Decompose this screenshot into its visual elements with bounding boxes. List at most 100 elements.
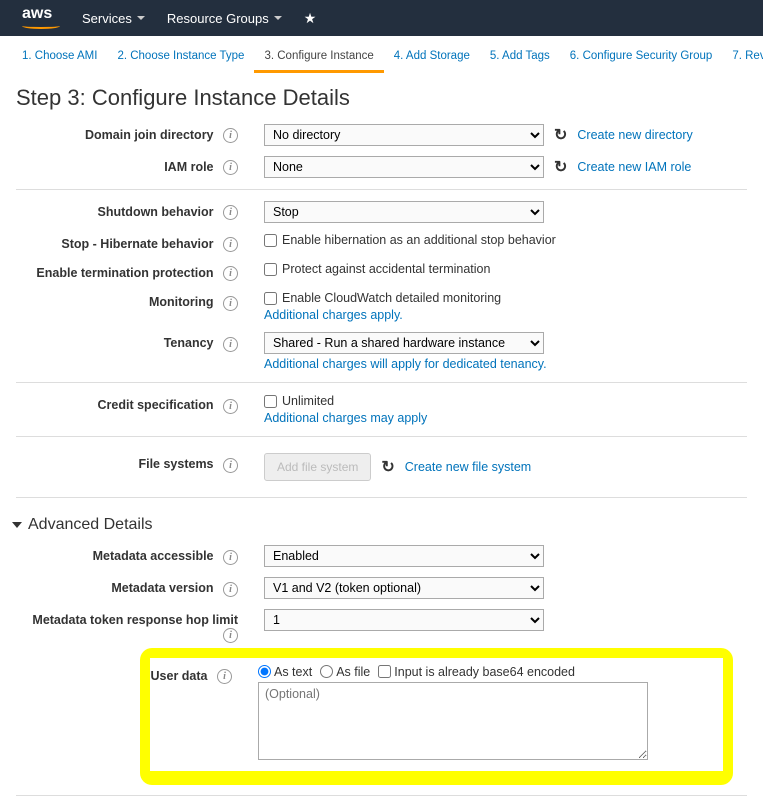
checkbox-base64-wrap[interactable]: Input is already base64 encoded (378, 665, 575, 679)
info-icon[interactable]: i (223, 128, 238, 143)
wizard-step-storage[interactable]: 4. Add Storage (384, 44, 480, 73)
row-filesystems: File systems i Add file system ↻ Create … (16, 443, 747, 491)
checkbox-termination-label: Protect against accidental termination (282, 262, 490, 276)
radio-as-text-label: As text (274, 665, 312, 679)
info-icon[interactable]: i (223, 399, 238, 414)
label-termination: Enable termination protection i (16, 262, 246, 281)
form-section-advanced: Metadata accessible i Enabled Metadata v… (0, 540, 763, 647)
label-user-data: User data i (150, 665, 240, 684)
checkbox-hibernate[interactable] (264, 234, 277, 247)
row-tenancy: Tenancy i Shared - Run a shared hardware… (16, 327, 747, 376)
link-create-directory[interactable]: Create new directory (577, 128, 692, 142)
label-metadata-version: Metadata version i (16, 577, 246, 596)
checkbox-credit[interactable] (264, 395, 277, 408)
refresh-icon[interactable]: ↻ (554, 157, 567, 177)
row-metadata-version: Metadata version i V1 and V2 (token opti… (16, 572, 747, 604)
checkbox-monitoring-label: Enable CloudWatch detailed monitoring (282, 291, 501, 305)
wizard-step-review[interactable]: 7. Review (722, 44, 763, 73)
triangle-down-icon (12, 522, 22, 528)
textarea-user-data[interactable] (258, 682, 648, 760)
label-domain-join: Domain join directory i (16, 124, 246, 143)
radio-as-text[interactable] (258, 665, 271, 678)
info-icon[interactable]: i (223, 550, 238, 565)
row-termination: Enable termination protection i Protect … (16, 257, 747, 286)
services-menu[interactable]: Services (82, 11, 145, 26)
divider (16, 497, 747, 498)
row-user-data: User data i As text As file Input is al (150, 660, 723, 765)
advanced-details-toggle[interactable]: Advanced Details (0, 504, 763, 540)
wizard-step-ami[interactable]: 1. Choose AMI (12, 44, 107, 73)
select-hop-limit[interactable]: 1 (264, 609, 544, 631)
aws-logo[interactable]: aws (22, 7, 60, 28)
link-monitoring-charges[interactable]: Additional charges apply. (264, 308, 747, 322)
row-hibernate: Stop - Hibernate behavior i Enable hiber… (16, 228, 747, 257)
top-nav: aws Services Resource Groups ★ (0, 0, 763, 36)
label-iam-role: IAM role i (16, 156, 246, 175)
label-monitoring: Monitoring i (16, 291, 246, 310)
row-shutdown: Shutdown behavior i Stop (16, 196, 747, 228)
link-create-iam-role[interactable]: Create new IAM role (577, 160, 691, 174)
link-tenancy-charges[interactable]: Additional charges will apply for dedica… (264, 357, 747, 371)
link-create-filesystem[interactable]: Create new file system (405, 460, 531, 474)
label-hibernate: Stop - Hibernate behavior i (16, 233, 246, 252)
divider (16, 382, 747, 383)
checkbox-base64[interactable] (378, 665, 391, 678)
info-icon[interactable]: i (223, 205, 238, 220)
checkbox-termination[interactable] (264, 263, 277, 276)
select-metadata-accessible[interactable]: Enabled (264, 545, 544, 567)
services-label: Services (82, 11, 132, 26)
chevron-down-icon (274, 16, 282, 20)
checkbox-monitoring[interactable] (264, 292, 277, 305)
select-metadata-version[interactable]: V1 and V2 (token optional) (264, 577, 544, 599)
info-icon[interactable]: i (223, 582, 238, 597)
info-icon[interactable]: i (223, 237, 238, 252)
aws-swoosh-icon (22, 23, 60, 29)
wizard-step-configure[interactable]: 3. Configure Instance (254, 44, 383, 73)
row-domain-join: Domain join directory i No directory ↻ C… (16, 119, 747, 151)
label-metadata-accessible: Metadata accessible i (16, 545, 246, 564)
page-title: Step 3: Configure Instance Details (0, 73, 763, 119)
divider (16, 189, 747, 190)
info-icon[interactable]: i (223, 628, 238, 643)
wizard-step-security[interactable]: 6. Configure Security Group (560, 44, 723, 73)
select-domain-join[interactable]: No directory (264, 124, 544, 146)
refresh-icon[interactable]: ↻ (554, 125, 567, 145)
select-iam-role[interactable]: None (264, 156, 544, 178)
radio-as-file[interactable] (320, 665, 333, 678)
info-icon[interactable]: i (223, 266, 238, 281)
pin-icon[interactable]: ★ (304, 10, 317, 27)
wizard-steps: 1. Choose AMI 2. Choose Instance Type 3.… (0, 36, 763, 73)
row-hop-limit: Metadata token response hop limit i 1 (16, 604, 747, 647)
add-file-system-button: Add file system (264, 453, 371, 481)
select-shutdown[interactable]: Stop (264, 201, 544, 223)
row-credit: Credit specification i Unlimited Additio… (16, 389, 747, 430)
info-icon[interactable]: i (217, 669, 232, 684)
link-credit-charges[interactable]: Additional charges may apply (264, 411, 747, 425)
radio-as-text-wrap[interactable]: As text (258, 665, 312, 679)
refresh-icon[interactable]: ↻ (381, 457, 394, 477)
row-iam-role: IAM role i None ↻ Create new IAM role (16, 151, 747, 183)
divider (16, 436, 747, 437)
checkbox-hibernate-label: Enable hibernation as an additional stop… (282, 233, 556, 247)
advanced-details-title: Advanced Details (28, 516, 153, 534)
row-metadata-accessible: Metadata accessible i Enabled (16, 540, 747, 572)
label-hop-limit: Metadata token response hop limit i (16, 609, 246, 642)
user-data-highlight: User data i As text As file Input is al (140, 648, 733, 785)
chevron-down-icon (137, 16, 145, 20)
wizard-step-tags[interactable]: 5. Add Tags (480, 44, 560, 73)
radio-as-file-label: As file (336, 665, 370, 679)
wizard-step-instance-type[interactable]: 2. Choose Instance Type (107, 44, 254, 73)
info-icon[interactable]: i (223, 458, 238, 473)
info-icon[interactable]: i (223, 160, 238, 175)
info-icon[interactable]: i (223, 296, 238, 311)
form-section-main: Domain join directory i No directory ↻ C… (0, 119, 763, 498)
label-filesystems: File systems i (16, 453, 246, 472)
select-tenancy[interactable]: Shared - Run a shared hardware instance (264, 332, 544, 354)
resource-groups-menu[interactable]: Resource Groups (167, 11, 282, 26)
row-monitoring: Monitoring i Enable CloudWatch detailed … (16, 286, 747, 327)
checkbox-credit-label: Unlimited (282, 394, 334, 408)
checkbox-base64-label: Input is already base64 encoded (394, 665, 575, 679)
radio-as-file-wrap[interactable]: As file (320, 665, 370, 679)
label-shutdown: Shutdown behavior i (16, 201, 246, 220)
info-icon[interactable]: i (223, 337, 238, 352)
